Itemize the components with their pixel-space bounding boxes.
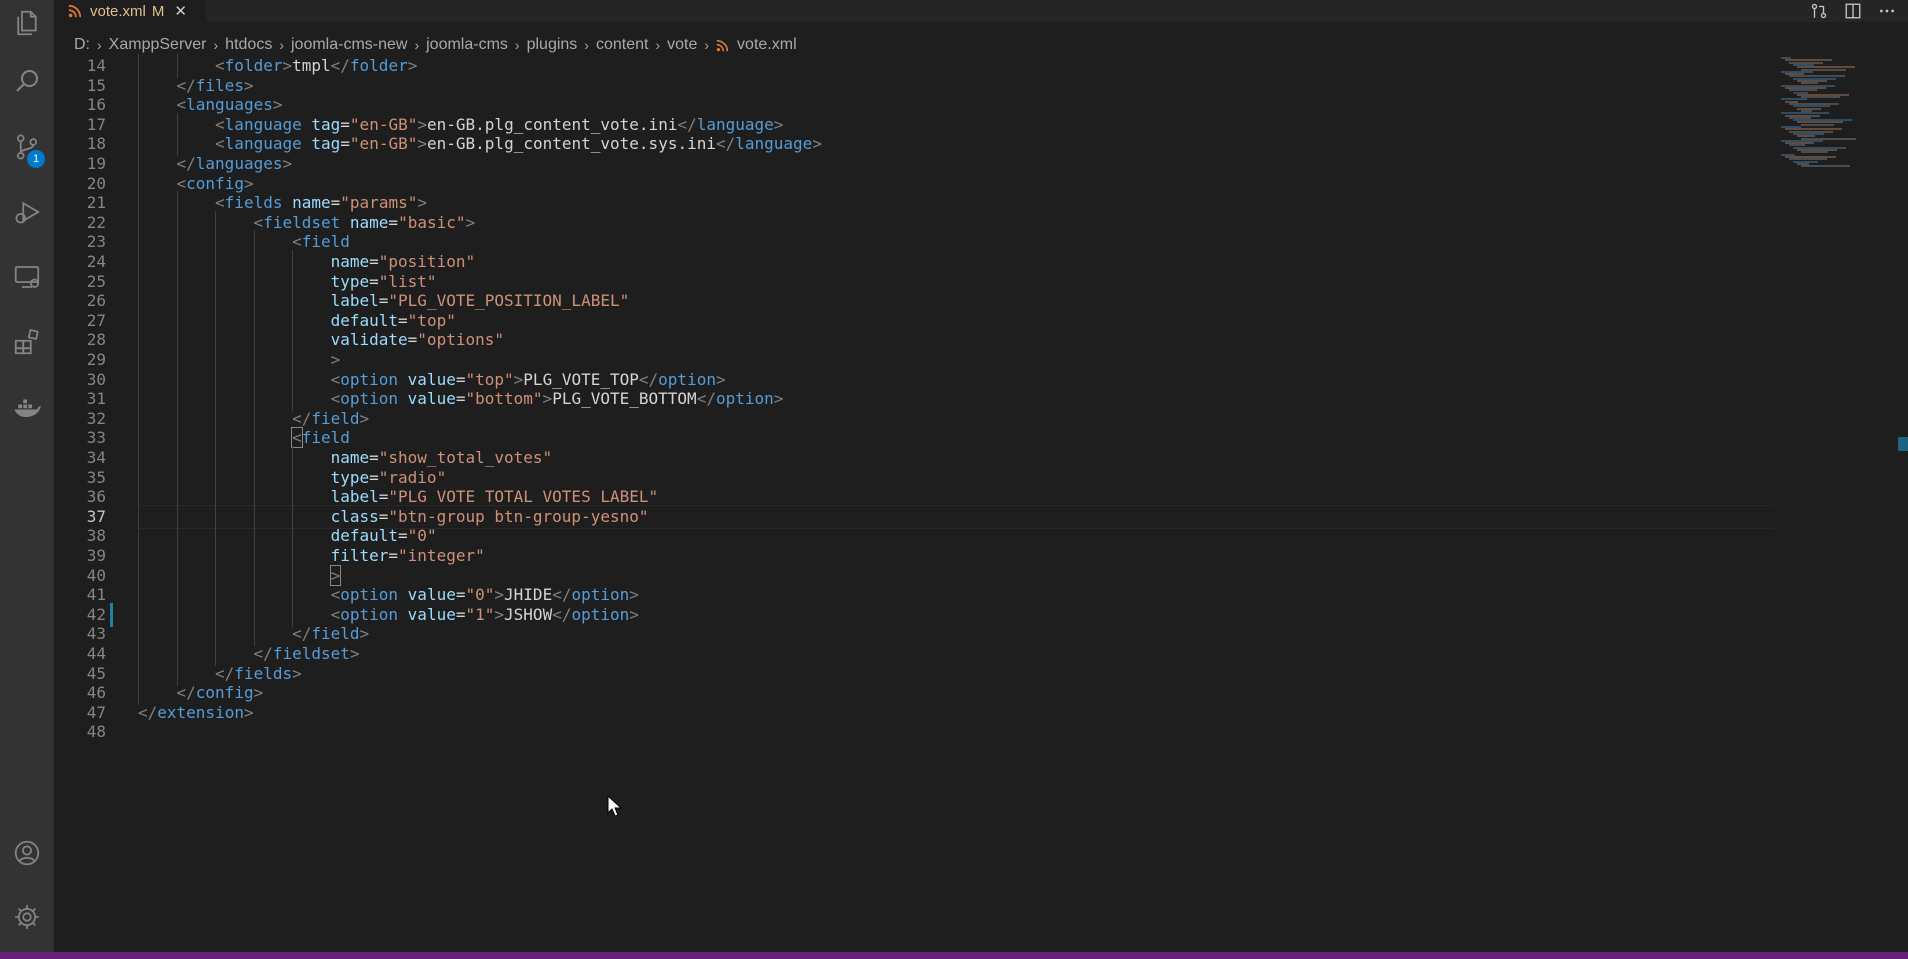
split-editor-icon[interactable] [1844,2,1862,20]
mouse-cursor-icon [607,795,621,817]
breadcrumb-item[interactable]: htdocs [225,36,272,54]
explorer-icon[interactable] [0,0,53,52]
minimap-line [1801,165,1850,168]
source-control-icon[interactable] [0,118,53,176]
breadcrumb: D: › XamppServer › htdocs › joomla-cms-new › joo… [74,34,797,56]
rss-file-icon [68,4,82,18]
remote-explorer-icon[interactable] [0,248,53,306]
close-icon[interactable]: ✕ [174,2,187,20]
activity-bar: 1 [0,0,54,952]
status-bar [0,952,1908,959]
chevron-right-icon: › [704,37,710,53]
breadcrumb-item[interactable]: vote.xml [737,36,797,54]
more-actions-icon[interactable] [1878,2,1896,20]
accounts-icon[interactable] [0,824,53,882]
manage-gear-icon[interactable] [0,888,53,946]
chevron-right-icon: › [213,37,219,53]
editor-actions [1810,0,1896,22]
chevron-right-icon: › [414,37,420,53]
scrollbar-marker[interactable] [1898,437,1908,451]
breadcrumb-item[interactable]: joomla-cms [426,36,508,54]
run-debug-icon[interactable] [0,183,53,241]
minimap-line [1801,123,1834,126]
extensions-icon[interactable] [0,313,53,371]
code-line[interactable]: 48 [54,720,1774,744]
breadcrumb-item[interactable]: content [596,36,648,54]
code-editor[interactable]: 14 <folder>tmpl</folder> 15 </files> 16 <lang… [54,54,1774,887]
tab-filename: vote.xml [90,2,146,20]
minimap-line [1801,151,1828,154]
open-changes-icon[interactable] [1810,2,1828,20]
chevron-right-icon: › [584,37,589,53]
chevron-right-icon: › [655,37,661,53]
line-number: 48 [86,722,106,742]
minimap[interactable] [1776,57,1896,168]
tab-modified-marker: M [151,2,165,20]
tab-bar: vote.xml M ✕ [54,0,1908,22]
breadcrumb-item[interactable]: vote [667,36,697,54]
chevron-right-icon: › [279,37,284,53]
breadcrumb-item[interactable]: D: [74,36,90,54]
chevron-right-icon: › [97,37,102,53]
breadcrumb-item[interactable]: plugins [527,36,578,54]
breadcrumb-item[interactable]: XamppServer [109,36,207,54]
rss-file-icon [716,39,729,51]
search-icon[interactable] [0,52,53,110]
tab-vote-xml[interactable]: vote.xml M ✕ [54,0,206,22]
breadcrumb-item[interactable]: joomla-cms-new [291,36,407,54]
docker-icon[interactable] [0,378,53,436]
chevron-right-icon: › [514,37,520,53]
source-control-badge: 1 [27,150,45,168]
gutter-modified-indicator [110,603,113,627]
